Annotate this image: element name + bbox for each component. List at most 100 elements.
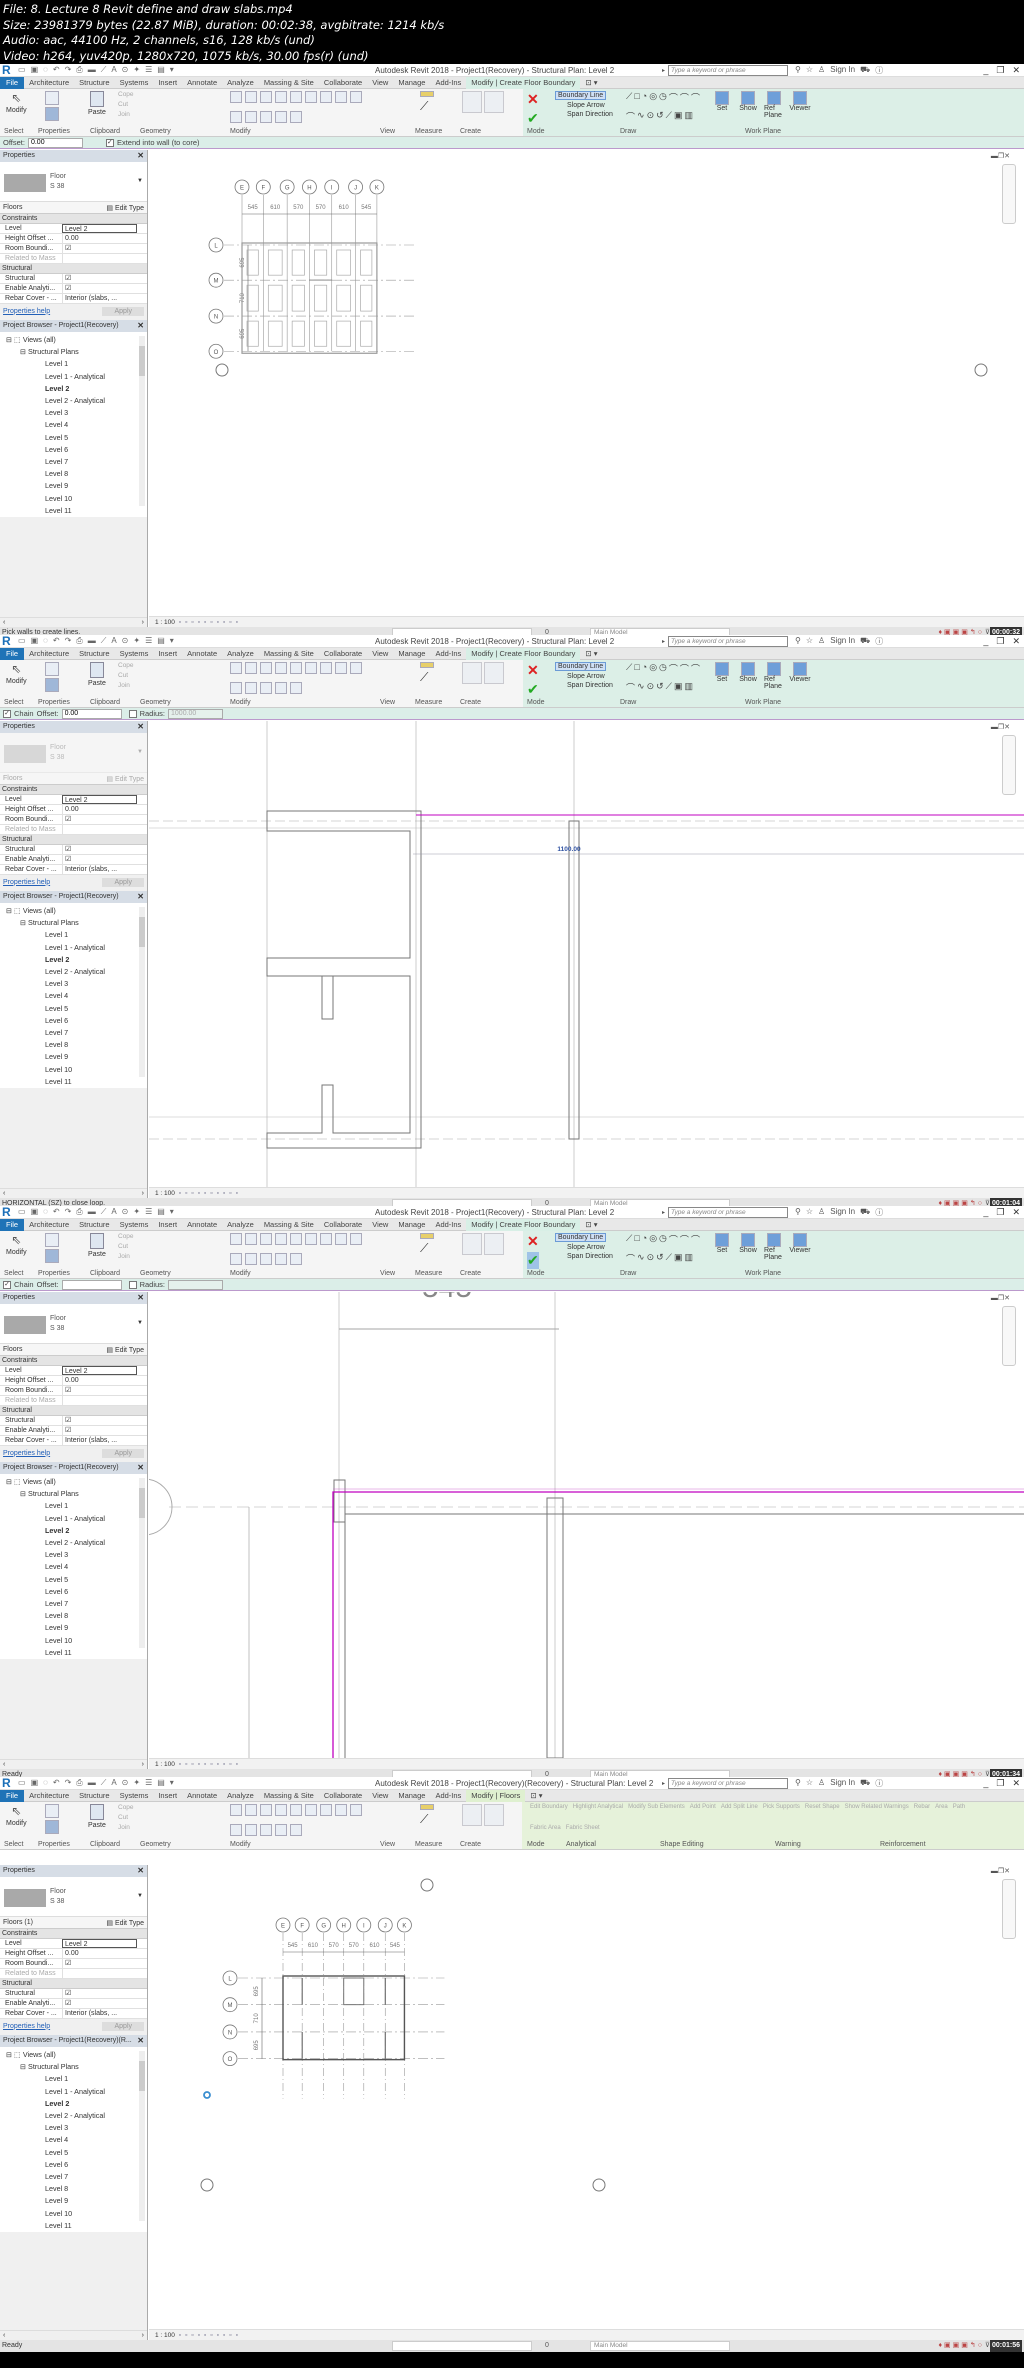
- draw-shape-icon[interactable]: ↺: [656, 681, 664, 692]
- tab-massing-site[interactable]: Massing & Site: [259, 649, 319, 658]
- favorites-star-icon[interactable]: ☆: [806, 636, 813, 647]
- tab-architecture[interactable]: Architecture: [24, 78, 74, 87]
- property-value[interactable]: 0.00: [62, 1376, 147, 1385]
- tab-architecture[interactable]: Architecture: [24, 649, 74, 658]
- measure-icon[interactable]: ▬: [88, 1207, 96, 1217]
- tab-add-ins[interactable]: Add-Ins: [430, 649, 466, 658]
- finish-edit-icon[interactable]: ✔: [527, 1252, 539, 1269]
- apply-button[interactable]: Apply: [102, 877, 144, 887]
- tab-analyze[interactable]: Analyze: [222, 1220, 259, 1229]
- redo-icon[interactable]: ↷: [65, 1207, 72, 1217]
- modify-tool-icon[interactable]: [275, 1823, 287, 1836]
- binoculars-icon[interactable]: ⚲: [795, 1778, 801, 1789]
- tree-item-level[interactable]: Level 1 - Analytical: [0, 2086, 147, 2098]
- offset-input[interactable]: [61, 708, 122, 719]
- properties-palette-icon[interactable]: [45, 1249, 59, 1263]
- group-structural[interactable]: Structural: [0, 835, 147, 845]
- tab-file[interactable]: File: [0, 1789, 25, 1802]
- crop-view-icon[interactable]: ▫: [204, 2332, 206, 2339]
- beam-outline[interactable]: [336, 249, 351, 276]
- draw-shape-icon[interactable]: ⊙: [647, 1252, 655, 1263]
- tab-view[interactable]: View: [367, 78, 393, 87]
- minimize-icon[interactable]: _: [983, 636, 988, 647]
- group-structural[interactable]: Structural: [0, 1406, 147, 1416]
- tree-item-level[interactable]: Level 5: [0, 1574, 147, 1586]
- tab-file[interactable]: File: [0, 647, 25, 660]
- draw-shape-icon[interactable]: ◎: [649, 91, 657, 102]
- tab-structure[interactable]: Structure: [74, 1220, 114, 1229]
- help-icon[interactable]: ⓘ: [875, 65, 883, 76]
- tree-item-level[interactable]: Level 4: [0, 419, 147, 431]
- draw-shape-icon[interactable]: ⌒: [626, 1252, 635, 1265]
- tree-item-level[interactable]: Level 3: [0, 1549, 147, 1561]
- tree-item-level[interactable]: Level 10: [0, 2208, 147, 2220]
- tab-context-modify[interactable]: Modify | Create Floor Boundary: [466, 76, 581, 89]
- modify-tool-icon[interactable]: [335, 1804, 347, 1816]
- sun-path-icon[interactable]: ▫: [192, 619, 194, 626]
- thin-lines-icon[interactable]: ▤: [157, 1778, 165, 1788]
- modify-tool-icon[interactable]: [245, 681, 257, 694]
- tree-item-level[interactable]: Level 4: [0, 1561, 147, 1573]
- analytical-model-icon[interactable]: ▫: [229, 1190, 231, 1197]
- modify-tool-icon[interactable]: [245, 662, 257, 674]
- dimension-icon[interactable]: ⟋: [101, 1207, 107, 1217]
- browser-scrollbar[interactable]: [139, 907, 145, 1077]
- navigation-bar[interactable]: [1002, 164, 1016, 224]
- tab-context-modify[interactable]: Modify | Create Floor Boundary: [466, 647, 581, 660]
- modify-tool-icon[interactable]: [350, 1804, 362, 1816]
- ribbon-options-icon[interactable]: ⊡ ▾: [580, 649, 602, 658]
- draw-slope-arrow-button[interactable]: Slope Arrow: [555, 1244, 605, 1251]
- temp-hide-icon[interactable]: ▫: [217, 1761, 219, 1768]
- scroll-thumb[interactable]: [139, 346, 145, 376]
- draw-shape-icon[interactable]: ⟋: [626, 662, 632, 673]
- draw-shape-icon[interactable]: ⌒: [669, 662, 678, 675]
- tree-node-views[interactable]: ⊟ ⬚ Views (all): [0, 905, 147, 917]
- clipboard-item-join[interactable]: Join: [118, 111, 130, 118]
- thin-lines-icon[interactable]: ▤: [157, 1207, 165, 1217]
- view-scale[interactable]: 1 : 100: [155, 619, 175, 626]
- elevation-marker[interactable]: [215, 363, 229, 377]
- property-value[interactable]: 0.00: [62, 234, 147, 243]
- close-icon[interactable]: ✕: [137, 892, 144, 901]
- user-icon[interactable]: ♙: [818, 65, 825, 76]
- detail-level-icon[interactable]: ▫: [179, 619, 181, 626]
- collapse-icon[interactable]: ⊟: [20, 1489, 28, 1498]
- tab-systems[interactable]: Systems: [115, 78, 154, 87]
- tree-node-views[interactable]: ⊟ ⬚ Views (all): [0, 1476, 147, 1488]
- navigation-bar[interactable]: [1002, 1306, 1016, 1366]
- draw-shape-icon[interactable]: ∿: [637, 110, 645, 121]
- modify-tool-icon[interactable]: [245, 110, 257, 123]
- floors-tool-reset-shape[interactable]: Reset Shape: [805, 1804, 840, 1810]
- tree-item-level[interactable]: Level 1: [0, 1500, 147, 1512]
- tree-item-level[interactable]: Level 9: [0, 480, 147, 492]
- tab-massing-site[interactable]: Massing & Site: [259, 78, 319, 87]
- sun-path-icon[interactable]: ▫: [192, 2332, 194, 2339]
- close-icon[interactable]: ✕: [137, 1293, 144, 1302]
- draw-span-direction-button[interactable]: Span Direction: [555, 1253, 613, 1260]
- property-value[interactable]: Interior (slabs, ...: [62, 294, 147, 303]
- revit-logo-icon[interactable]: R: [2, 1777, 14, 1790]
- tab-systems[interactable]: Systems: [115, 1220, 154, 1229]
- draw-shape-icon[interactable]: ⟋: [626, 1233, 632, 1244]
- search-expand-icon[interactable]: ▸: [662, 67, 665, 74]
- user-icon[interactable]: ♙: [818, 1207, 825, 1218]
- tree-item-level[interactable]: Level 11: [0, 1647, 147, 1659]
- analytical-model-icon[interactable]: ▫: [229, 1761, 231, 1768]
- tag-icon[interactable]: A: [111, 1778, 116, 1788]
- favorites-star-icon[interactable]: ☆: [806, 1778, 813, 1789]
- drawing-canvas[interactable]: ▬❐✕ 545: [149, 1292, 1024, 1758]
- beam-outline[interactable]: [246, 284, 259, 312]
- tab-massing-site[interactable]: Massing & Site: [259, 1220, 319, 1229]
- tree-item-level[interactable]: Level 6: [0, 1015, 147, 1027]
- paste-button[interactable]: Paste: [88, 1804, 106, 1840]
- tree-item-level[interactable]: Level 7: [0, 1027, 147, 1039]
- close-icon[interactable]: ✕: [137, 151, 144, 160]
- cart-icon[interactable]: ⛟: [860, 1778, 870, 1789]
- apply-button[interactable]: Apply: [102, 2021, 144, 2031]
- cart-icon[interactable]: ⛟: [860, 65, 870, 76]
- tree-item-level[interactable]: Level 2: [0, 2098, 147, 2110]
- tab-insert[interactable]: Insert: [153, 1220, 182, 1229]
- user-icon[interactable]: ♙: [818, 1778, 825, 1789]
- tab-collaborate[interactable]: Collaborate: [319, 1791, 367, 1800]
- cart-icon[interactable]: ⛟: [860, 636, 870, 647]
